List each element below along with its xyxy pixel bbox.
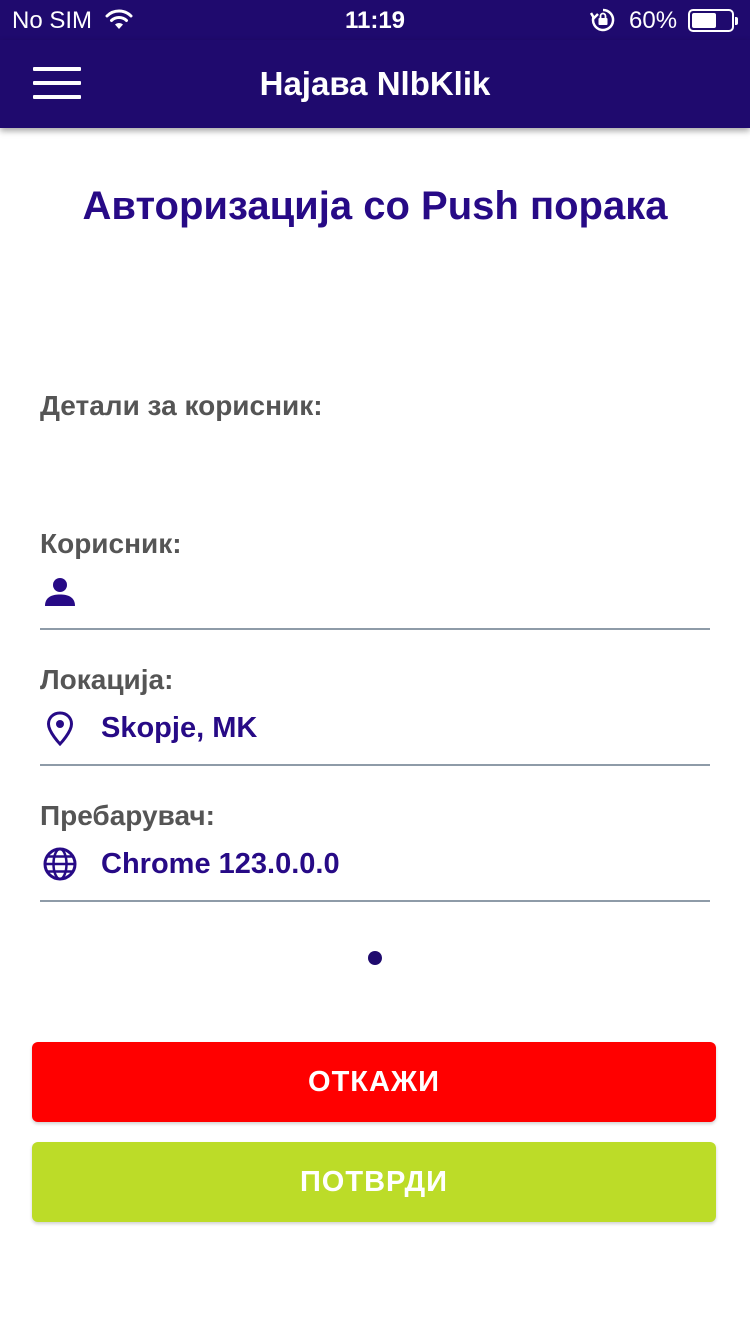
user-field-divider [40,628,710,630]
location-field-value: Skopje, MK [101,712,258,744]
browser-field: Пребарувач: Chrome 123.0.0.0 [40,800,710,902]
battery-icon [688,9,738,32]
page-title: Авторизација со Push порака [82,184,668,228]
nav-bar: Најава NlbKlik [0,40,750,128]
person-icon [42,574,78,610]
globe-icon [42,846,78,882]
status-bar: No SIM 11:19 60% [0,0,750,40]
user-field-label: Корисник: [40,528,182,559]
confirm-button[interactable]: ПОТВРДИ [32,1142,716,1222]
battery-fill [692,13,716,28]
orientation-lock-icon [589,8,616,39]
cancel-button[interactable]: ОТКАЖИ [32,1042,716,1122]
location-field: Локација: Skopje, MK [40,664,710,766]
location-pin-icon [42,710,78,747]
page-indicator-dot [368,951,382,965]
nav-title: Најава NlbKlik [259,65,491,102]
battery-percent: 60% [629,7,678,34]
browser-field-divider [40,900,710,902]
user-details-label: Детали за корисник: [40,390,323,421]
browser-field-label: Пребарувач: [40,800,215,831]
battery-nub [735,17,738,25]
user-field: Корисник: [40,528,710,630]
browser-field-value: Chrome 123.0.0.0 [101,848,340,880]
location-field-divider [40,764,710,766]
location-field-label: Локација: [40,664,174,695]
